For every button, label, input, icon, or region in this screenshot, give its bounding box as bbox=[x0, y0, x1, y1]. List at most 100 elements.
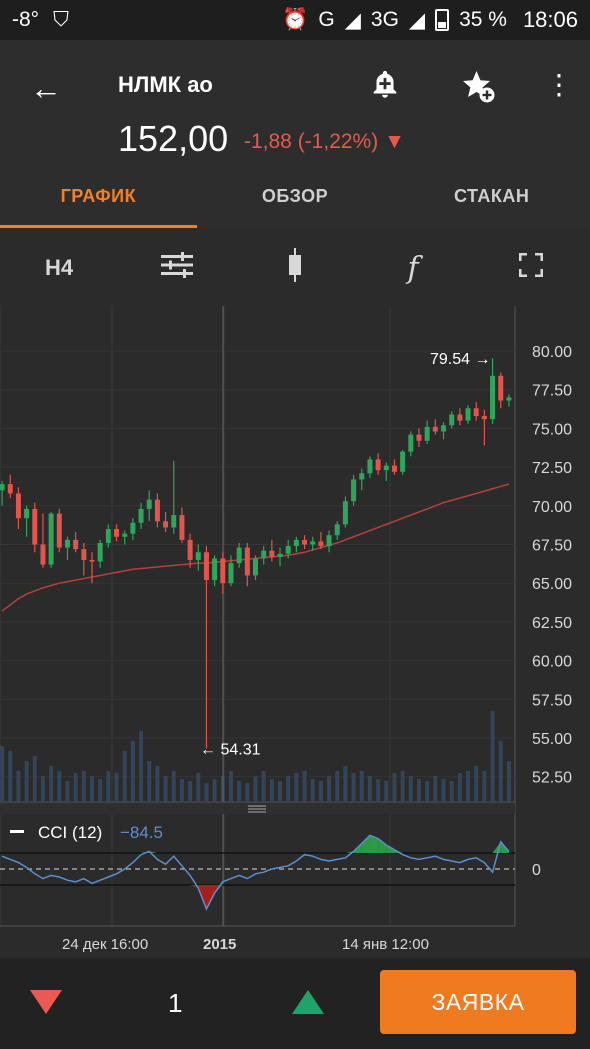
candle-body bbox=[302, 539, 308, 545]
candle-body bbox=[56, 513, 62, 548]
timeframe-button[interactable]: H4 bbox=[0, 255, 118, 281]
app-bar: ← НЛМК ао ⋮ 152,00 -1,88 (-1,22%) ▼ ГРАФ… bbox=[0, 40, 590, 228]
candle-body bbox=[195, 552, 201, 560]
y-tick-label: 55.00 bbox=[532, 731, 572, 748]
volume-bar bbox=[286, 776, 291, 801]
back-arrow-icon[interactable]: ← bbox=[30, 70, 62, 107]
volume-bar bbox=[490, 711, 495, 801]
volume-bar bbox=[310, 779, 315, 801]
quantity-value: 1 bbox=[168, 988, 183, 1018]
candle-body bbox=[212, 558, 218, 581]
volume-bar bbox=[32, 756, 37, 801]
candle-body bbox=[359, 473, 365, 480]
indicator-zero-label: 0 bbox=[532, 862, 541, 879]
volume-bar bbox=[212, 779, 217, 801]
volume-bar bbox=[49, 766, 54, 801]
low-annotation: ← 54.31 bbox=[200, 742, 261, 759]
candle-body bbox=[122, 533, 128, 537]
ticker-name: НЛМК ао bbox=[118, 72, 213, 97]
order-button[interactable]: ЗАЯВКА bbox=[380, 970, 576, 1034]
signal-icon-2: ◢ bbox=[408, 8, 426, 32]
volume-bar bbox=[0, 746, 5, 801]
volume-bar bbox=[98, 779, 103, 801]
candle-body bbox=[465, 408, 471, 421]
candle-body bbox=[114, 529, 120, 537]
candle-body bbox=[375, 459, 381, 471]
add-favorite-icon[interactable] bbox=[460, 68, 496, 112]
price-chart[interactable]: 80.00 77.50 75.00 72.50 70.00 67.50 65.00 62.50… bbox=[0, 306, 590, 958]
indicator-function-icon[interactable]: f bbox=[354, 251, 472, 286]
chart-toolbar: H4 f bbox=[0, 230, 590, 306]
volume-bar bbox=[147, 761, 152, 801]
add-alert-icon[interactable] bbox=[368, 68, 402, 110]
clock: 18:06 bbox=[522, 7, 578, 32]
candle-body bbox=[97, 542, 103, 562]
volume-bar bbox=[106, 771, 111, 801]
y-tick-label: 67.50 bbox=[532, 538, 572, 555]
settings-sliders-icon[interactable] bbox=[118, 252, 236, 284]
y-tick-label: 57.50 bbox=[532, 692, 572, 709]
candle-body bbox=[334, 524, 340, 536]
volume-bar bbox=[81, 771, 86, 801]
volume-bar bbox=[204, 783, 209, 801]
volume-bar bbox=[24, 761, 29, 801]
candle-body bbox=[498, 375, 504, 401]
candle-body bbox=[367, 459, 373, 474]
candle-body bbox=[15, 493, 21, 519]
volume-bar bbox=[359, 771, 364, 801]
y-tick-label: 70.00 bbox=[532, 499, 572, 516]
volume-bar bbox=[367, 776, 372, 801]
volume-bar bbox=[278, 781, 283, 801]
signal-icon: ◢ bbox=[344, 8, 361, 32]
candle-body bbox=[506, 397, 512, 401]
volume-bar bbox=[449, 781, 454, 801]
candle-body bbox=[228, 563, 234, 584]
chart-area[interactable]: 80.00 77.50 75.00 72.50 70.00 67.50 65.00 62.50… bbox=[0, 306, 590, 958]
candle-body bbox=[105, 529, 111, 543]
candle-body bbox=[326, 535, 332, 547]
candle-body bbox=[408, 434, 414, 452]
candle-body bbox=[351, 479, 357, 502]
fullscreen-icon[interactable] bbox=[472, 252, 590, 283]
y-tick-label: 72.50 bbox=[532, 460, 572, 477]
tab-overview[interactable]: ОБЗОР bbox=[197, 168, 394, 228]
candle-body bbox=[154, 499, 160, 522]
volume-bar bbox=[474, 766, 479, 801]
volume-bar bbox=[384, 781, 389, 801]
volume-bar bbox=[343, 766, 348, 801]
increase-qty-icon[interactable] bbox=[292, 990, 324, 1014]
candle-body bbox=[253, 558, 258, 576]
candle-body bbox=[473, 408, 479, 417]
x-tick-label: 24 дек 16:00 bbox=[62, 936, 148, 953]
candle-body bbox=[7, 484, 13, 494]
volume-bar bbox=[318, 781, 323, 801]
volume-bar bbox=[466, 771, 471, 801]
cci-overbought-fill bbox=[378, 838, 387, 853]
indicator-value: −84.5 bbox=[120, 823, 163, 842]
volume-bar bbox=[179, 779, 184, 801]
tab-order-book[interactable]: СТАКАН bbox=[393, 168, 590, 228]
network-type-2: 3G bbox=[370, 8, 399, 31]
volume-bar bbox=[457, 773, 462, 801]
candle-body bbox=[449, 414, 455, 426]
candlestick-icon[interactable] bbox=[236, 248, 354, 288]
volume-bar bbox=[114, 773, 119, 801]
volume-bar bbox=[90, 776, 95, 801]
more-menu-icon[interactable]: ⋮ bbox=[545, 68, 573, 101]
candle-body bbox=[89, 559, 95, 562]
indicator-name: CCI (12) bbox=[38, 823, 102, 842]
candle-body bbox=[24, 508, 30, 519]
candle-body bbox=[391, 465, 397, 472]
candle-body bbox=[40, 544, 46, 565]
volume-bar bbox=[8, 751, 13, 801]
high-annotation: 79.54 → bbox=[430, 351, 490, 368]
y-tick-label: 60.00 bbox=[532, 654, 572, 671]
tab-chart[interactable]: ГРАФИК bbox=[0, 168, 197, 228]
status-bar: -8° ⛉ ⏰ G ◢ 3G ◢ 35 % 18:06 bbox=[0, 0, 590, 40]
volume-bar bbox=[441, 779, 446, 801]
volume-bar bbox=[302, 771, 307, 801]
candle-body bbox=[0, 484, 5, 491]
candle-body bbox=[32, 508, 38, 545]
decrease-qty-icon[interactable] bbox=[30, 990, 62, 1014]
candle-body bbox=[424, 426, 430, 441]
